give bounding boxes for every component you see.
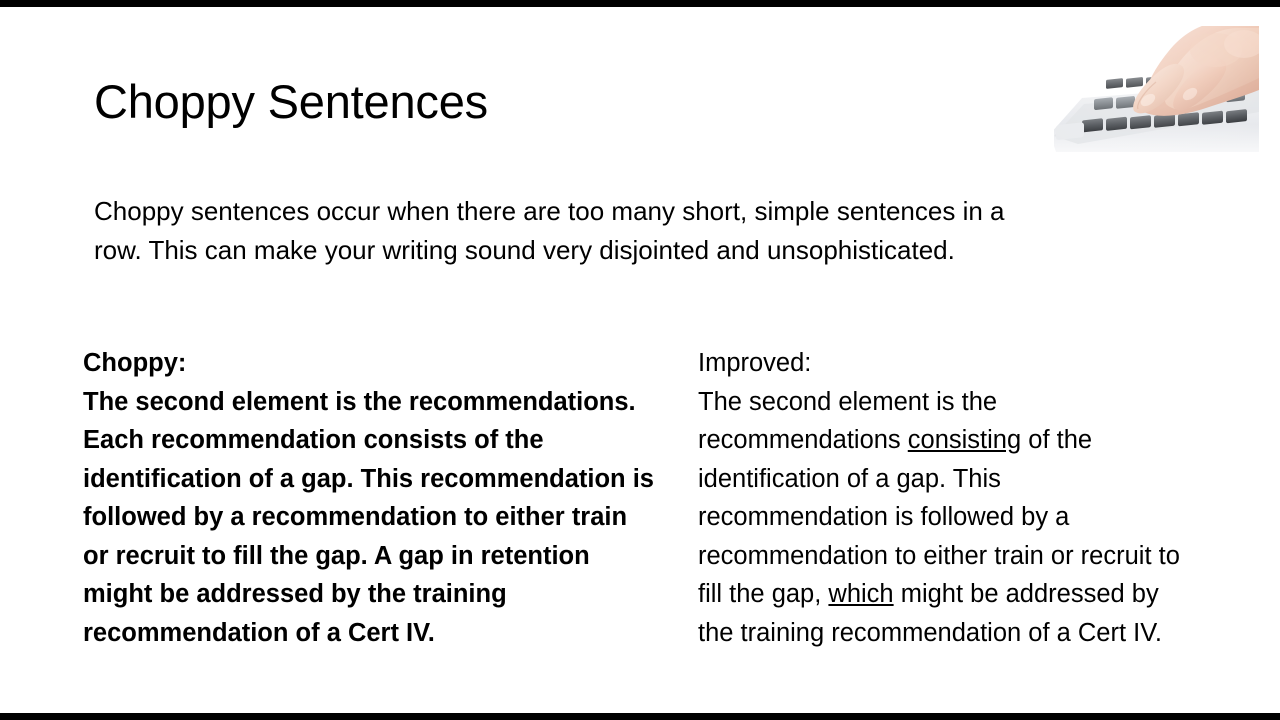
choppy-column-body: The second element is the recommendation… [83, 387, 654, 647]
improved-underlined-word-consisting: consisting [907, 426, 1022, 454]
choppy-column-heading: Choppy: [83, 349, 187, 377]
improved-column: Improved: The second element is the reco… [698, 344, 1194, 652]
letterbox-bar-bottom [0, 713, 1280, 720]
letterbox-bar-top [0, 0, 1280, 7]
improved-column-heading: Improved: [698, 349, 812, 377]
improved-underlined-word-which: which [828, 580, 894, 608]
improved-column-body: The second element is the recommendation… [698, 383, 1194, 653]
slide-canvas: Choppy Sentences Choppy sentences occur … [0, 0, 1280, 720]
keyboard-photo [1048, 16, 1259, 161]
intro-paragraph: Choppy sentences occur when there are to… [94, 196, 1005, 265]
choppy-column: Choppy: The second element is the recomm… [83, 344, 658, 652]
page-title: Choppy Sentences [94, 75, 488, 128]
